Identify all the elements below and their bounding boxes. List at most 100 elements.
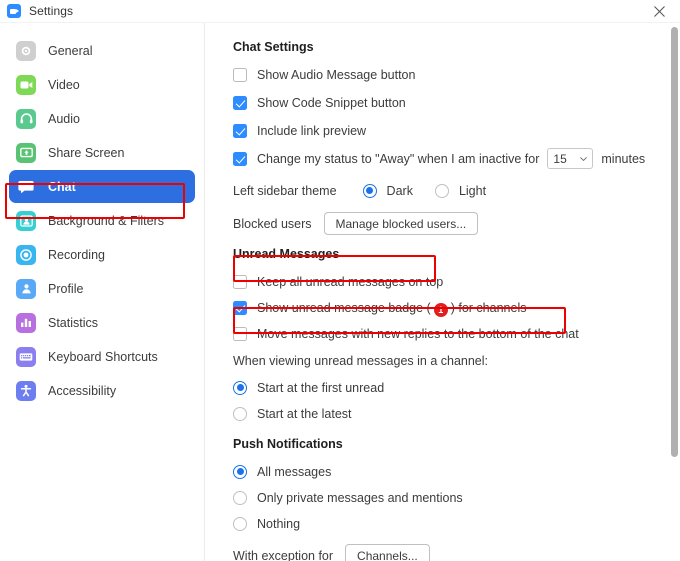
radio-theme-light[interactable] <box>434 183 449 198</box>
setting-include-link-preview[interactable]: Include link preview <box>233 119 680 142</box>
unread-count-badge: 1 <box>433 302 448 317</box>
blocked-users-label: Blocked users <box>233 216 312 231</box>
setting-show-audio-message-button[interactable]: Show Audio Message button <box>233 63 680 86</box>
away-minutes-value: 15 <box>553 151 567 166</box>
setting-keep-unread-on-top[interactable]: Keep all unread messages on top <box>233 270 680 293</box>
sidebar-item-audio[interactable]: Audio <box>9 102 195 135</box>
setting-notify-all-messages[interactable]: All messages <box>233 460 680 483</box>
setting-label: Start at the latest <box>257 406 352 421</box>
sidebar-item-recording[interactable]: Recording <box>9 238 195 271</box>
setting-label: Show unread message badge ( <box>257 300 431 315</box>
person-frame-icon <box>16 210 36 231</box>
chat-settings-heading: Chat Settings <box>233 40 314 54</box>
setting-start-at-latest[interactable]: Start at the latest <box>233 402 680 425</box>
setting-label: Move messages with new replies to the bo… <box>257 326 579 341</box>
sidebar-item-background-filters[interactable]: Background & Filters <box>9 204 195 237</box>
sidebar-item-accessibility[interactable]: Accessibility <box>9 374 195 407</box>
checkbox-show-unread-badge[interactable] <box>233 300 247 315</box>
close-icon <box>653 6 665 17</box>
setting-with-exception-for: With exception for Channels... <box>233 544 680 561</box>
sidebar-item-label: Audio <box>48 111 80 126</box>
sidebar-item-statistics[interactable]: Statistics <box>9 306 195 339</box>
sidebar-item-label: Share Screen <box>48 145 125 160</box>
viewing-unread-label: When viewing unread messages in a channe… <box>233 354 489 368</box>
sidebar-item-profile[interactable]: Profile <box>9 272 195 305</box>
sidebar-item-label: General <box>48 43 93 58</box>
headphones-icon <box>16 108 36 129</box>
channels-exception-button[interactable]: Channels... <box>345 544 430 561</box>
setting-label: Show Code Snippet button <box>257 95 406 110</box>
setting-label: Include link preview <box>257 123 367 138</box>
setting-show-code-snippet-button[interactable]: Show Code Snippet button <box>233 91 680 114</box>
checkbox-move-messages-with-new-replies[interactable] <box>233 326 247 341</box>
settings-content-pane: Chat Settings Show Audio Message button … <box>206 23 680 561</box>
checkbox-show-code-snippet-button[interactable] <box>233 95 247 110</box>
setting-label-suffix: ) for channels <box>450 300 527 315</box>
scrollbar-thumb[interactable] <box>671 27 678 457</box>
setting-notify-private-and-mentions[interactable]: Only private messages and mentions <box>233 486 680 509</box>
accessibility-icon <box>16 380 36 401</box>
sidebar-item-video[interactable]: Video <box>9 68 195 101</box>
setting-blocked-users: Blocked users Manage blocked users... <box>233 212 680 235</box>
push-notifications-heading: Push Notifications <box>233 437 343 451</box>
radio-theme-dark[interactable] <box>362 183 377 198</box>
window-title: Settings <box>29 4 74 18</box>
setting-label: Start at the first unread <box>257 380 385 395</box>
with-exception-for-label: With exception for <box>233 548 334 561</box>
manage-blocked-users-button[interactable]: Manage blocked users... <box>323 212 479 235</box>
unread-messages-heading: Unread Messages <box>233 247 340 261</box>
setting-show-unread-badge[interactable]: Show unread message badge ( 1 ) for chan… <box>233 296 680 319</box>
sidebar: General Video Audio Share Screen Chat Ba… <box>0 23 205 561</box>
sidebar-item-general[interactable]: General <box>9 34 195 67</box>
record-circle-icon <box>16 244 36 265</box>
chevron-down-icon <box>580 156 588 161</box>
sidebar-item-label: Chat <box>48 179 76 194</box>
setting-label: Keep all unread messages on top <box>257 274 444 289</box>
setting-notify-nothing[interactable]: Nothing <box>233 512 680 535</box>
radio-all-messages[interactable] <box>233 464 247 479</box>
share-screen-icon <box>16 142 36 163</box>
radio-start-at-latest[interactable] <box>233 406 247 421</box>
sidebar-item-label: Keyboard Shortcuts <box>48 349 158 364</box>
sidebar-item-label: Statistics <box>48 315 99 330</box>
checkbox-show-audio-message-button[interactable] <box>233 67 247 82</box>
radio-only-private-and-mentions[interactable] <box>233 490 247 505</box>
sidebar-item-label: Background & Filters <box>48 213 165 228</box>
keyboard-icon <box>16 346 36 367</box>
sidebar-item-label: Profile <box>48 281 84 296</box>
setting-label: Nothing <box>257 516 301 531</box>
setting-move-messages-with-new-replies[interactable]: Move messages with new replies to the bo… <box>233 322 680 345</box>
checkbox-away-status[interactable] <box>233 151 247 166</box>
person-icon <box>16 278 36 299</box>
sidebar-item-label: Recording <box>48 247 105 262</box>
sidebar-item-keyboard-shortcuts[interactable]: Keyboard Shortcuts <box>9 340 195 373</box>
scrollbar-track[interactable] <box>669 23 680 561</box>
gear-icon <box>16 40 36 61</box>
chat-bubble-icon <box>16 177 36 197</box>
setting-start-at-first-unread[interactable]: Start at the first unread <box>233 376 680 399</box>
bar-chart-icon <box>16 312 36 333</box>
checkbox-keep-unread-on-top[interactable] <box>233 274 247 289</box>
sidebar-item-share-screen[interactable]: Share Screen <box>9 136 195 169</box>
close-button[interactable] <box>638 0 680 23</box>
sidebar-item-label: Accessibility <box>48 383 117 398</box>
setting-label: Only private messages and mentions <box>257 490 463 505</box>
radio-start-at-first-unread[interactable] <box>233 380 247 395</box>
settings-window: Settings General Video Audio Share Scree… <box>0 0 680 561</box>
away-minutes-select[interactable]: 15 <box>547 148 594 169</box>
theme-light-label: Light <box>458 183 487 198</box>
titlebar: Settings <box>0 0 680 23</box>
left-sidebar-theme-label: Left sidebar theme <box>233 183 337 198</box>
sidebar-item-chat[interactable]: Chat <box>9 170 195 203</box>
setting-left-sidebar-theme: Left sidebar theme Dark Light <box>233 179 680 202</box>
theme-dark-label: Dark <box>386 183 413 198</box>
away-minutes-suffix-label: minutes <box>601 151 646 166</box>
setting-away-status[interactable]: Change my status to "Away" when I am ina… <box>233 147 680 170</box>
setting-label: All messages <box>257 464 332 479</box>
away-status-prefix-label: Change my status to "Away" when I am ina… <box>257 151 540 166</box>
radio-nothing[interactable] <box>233 516 247 531</box>
sidebar-item-label: Video <box>48 77 80 92</box>
checkbox-include-link-preview[interactable] <box>233 123 247 138</box>
